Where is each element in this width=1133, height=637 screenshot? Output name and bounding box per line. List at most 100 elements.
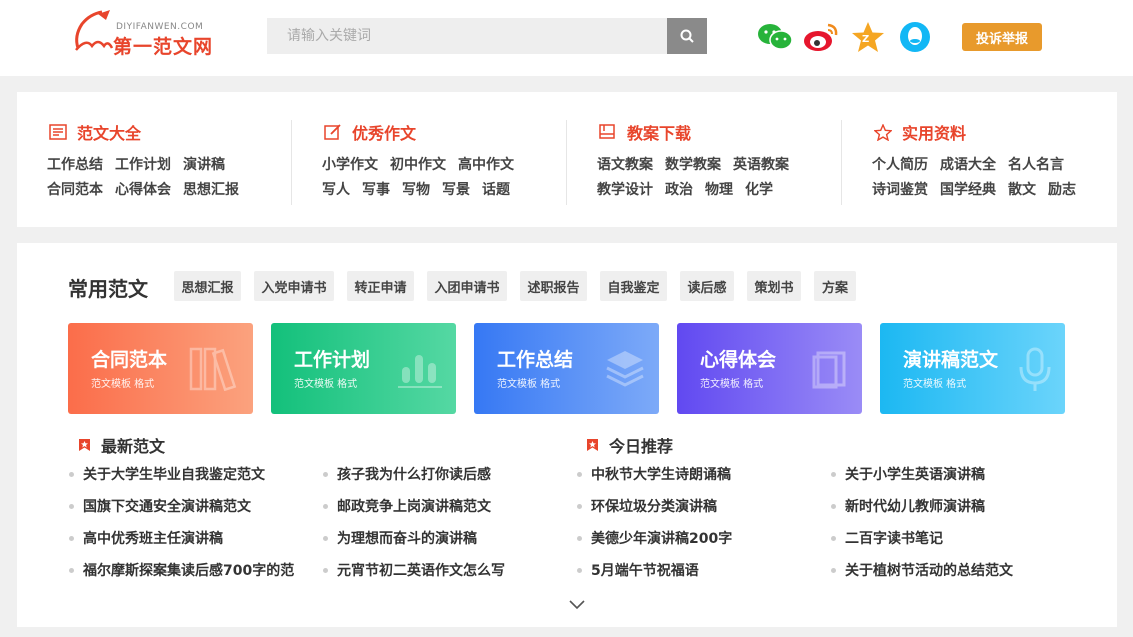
article-link[interactable]: 5月端午节祝福语 — [577, 560, 699, 580]
category-link[interactable]: 小学作文 — [322, 154, 378, 174]
article-link[interactable]: 国旗下交通安全演讲稿范文 — [69, 496, 251, 516]
category-link[interactable]: 政治 — [665, 179, 693, 199]
card-hetong[interactable]: 合同范本 范文模板 格式 — [68, 323, 253, 414]
qq-button[interactable] — [896, 18, 934, 56]
card-title: 工作总结 — [497, 349, 574, 371]
expand-more-button[interactable] — [569, 595, 585, 614]
tag-button[interactable]: 述职报告 — [520, 271, 587, 301]
category-ziliao-title[interactable]: 实用资料 — [874, 120, 966, 144]
article-link[interactable]: 新时代幼儿教师演讲稿 — [831, 496, 985, 516]
card-xinde[interactable]: 心得体会 范文模板 格式 — [677, 323, 862, 414]
tag-button[interactable]: 思想汇报 — [174, 271, 241, 301]
chevron-down-icon — [569, 600, 585, 610]
card-jihua[interactable]: 工作计划 范文模板 格式 — [271, 323, 456, 414]
tag-button[interactable]: 策划书 — [747, 271, 801, 301]
category-link[interactable]: 演讲稿 — [183, 154, 225, 174]
article-link[interactable]: 邮政竞争上岗演讲稿范文 — [323, 496, 491, 516]
books-icon — [189, 347, 237, 391]
category-link[interactable]: 话题 — [482, 179, 510, 199]
category-link[interactable]: 励志 — [1048, 179, 1076, 199]
category-link[interactable]: 散文 — [1008, 179, 1036, 199]
category-link[interactable]: 个人简历 — [872, 154, 928, 174]
bar-chart-icon — [398, 355, 442, 388]
card-yanjiang[interactable]: 演讲稿范文 范文模板 格式 — [880, 323, 1065, 414]
category-zuowen-title[interactable]: 优秀作文 — [324, 120, 416, 144]
category-link[interactable]: 英语教案 — [733, 154, 789, 174]
category-link[interactable]: 成语大全 — [940, 154, 996, 174]
article-link[interactable]: 二百字读书笔记 — [831, 528, 943, 548]
article-link[interactable]: 为理想而奋斗的演讲稿 — [323, 528, 477, 548]
category-link[interactable]: 诗词鉴赏 — [872, 179, 928, 199]
search-input[interactable] — [267, 18, 667, 54]
document-icon — [49, 124, 67, 140]
tag-button[interactable]: 自我鉴定 — [600, 271, 667, 301]
card-subtitle: 范文模板 格式 — [91, 379, 155, 390]
article-link[interactable]: 福尔摩斯探案集读后感700字的范 — [68, 560, 294, 580]
card-title: 心得体会 — [700, 349, 777, 371]
tag-button[interactable]: 读后感 — [680, 271, 734, 301]
card-title: 演讲稿范文 — [903, 349, 999, 371]
weibo-icon — [804, 23, 838, 51]
layers-icon — [606, 351, 644, 387]
article-link[interactable]: 美德少年演讲稿200字 — [576, 528, 732, 548]
article-link[interactable]: 元宵节初二英语作文怎么写 — [323, 560, 505, 580]
category-link[interactable]: 工作计划 — [115, 154, 171, 174]
book-icon — [599, 124, 615, 139]
microphone-icon — [1019, 347, 1051, 391]
main-panel: 常用范文 思想汇报 入党申请书 转正申请 入团申请书 述职报告 自我鉴定 读后感… — [17, 243, 1117, 627]
category-link[interactable]: 化学 — [745, 179, 773, 199]
category-link[interactable]: 名人名言 — [1008, 154, 1064, 174]
today-heading: 今日推荐 — [586, 433, 673, 457]
wechat-button[interactable] — [756, 18, 794, 56]
article-link[interactable]: 关于大学生毕业自我鉴定范文 — [69, 464, 265, 484]
bookmark-icon — [587, 439, 598, 451]
tag-button[interactable]: 方案 — [814, 271, 856, 301]
site-header: DIYIFANWEN.COM 第一范文网 Z — [0, 0, 1133, 76]
category-link[interactable]: 物理 — [705, 179, 733, 199]
tag-button[interactable]: 入党申请书 — [254, 271, 334, 301]
article-link[interactable]: 高中优秀班主任演讲稿 — [69, 528, 223, 548]
category-link[interactable]: 思想汇报 — [183, 179, 239, 199]
card-subtitle: 范文模板 格式 — [294, 379, 358, 390]
category-link[interactable]: 写物 — [402, 179, 430, 199]
notebook-icon — [812, 351, 846, 389]
bookmark-icon — [79, 439, 90, 451]
category-link[interactable]: 语文教案 — [597, 154, 653, 174]
article-link[interactable]: 中秋节大学生诗朗诵稿 — [577, 464, 731, 484]
search-button[interactable] — [667, 18, 707, 54]
category-fanwen-title[interactable]: 范文大全 — [49, 120, 141, 144]
category-link[interactable]: 写事 — [362, 179, 390, 199]
tag-button[interactable]: 转正申请 — [347, 271, 414, 301]
category-links-row: 诗词鉴赏 国学经典 散文 励志 — [872, 179, 1088, 199]
category-link[interactable]: 写景 — [442, 179, 470, 199]
card-subtitle: 范文模板 格式 — [497, 379, 561, 390]
qzone-button[interactable]: Z — [849, 18, 887, 56]
category-link[interactable]: 初中作文 — [390, 154, 446, 174]
category-title-label: 实用资料 — [902, 124, 967, 143]
article-link[interactable]: 关于植树节活动的总结范文 — [831, 560, 1013, 580]
category-link[interactable]: 合同范本 — [47, 179, 103, 199]
category-link[interactable]: 写人 — [322, 179, 350, 199]
article-link[interactable]: 关于小学生英语演讲稿 — [831, 464, 985, 484]
card-title: 合同范本 — [91, 349, 168, 371]
qq-icon — [900, 22, 930, 52]
logo-english: DIYIFANWEN.COM — [116, 22, 204, 32]
category-link[interactable]: 工作总结 — [47, 154, 103, 174]
category-link[interactable]: 国学经典 — [940, 179, 996, 199]
article-link[interactable]: 孩子我为什么打你读后感 — [323, 464, 491, 484]
latest-title: 最新范文 — [101, 437, 166, 456]
category-link[interactable]: 心得体会 — [115, 179, 171, 199]
logo-chinese: 第一范文网 — [113, 36, 214, 58]
tag-button[interactable]: 入团申请书 — [427, 271, 507, 301]
today-title: 今日推荐 — [609, 437, 674, 456]
category-jiaoan-title[interactable]: 教案下载 — [599, 120, 691, 144]
card-subtitle: 范文模板 格式 — [700, 379, 764, 390]
category-link[interactable]: 教学设计 — [597, 179, 653, 199]
category-link[interactable]: 数学教案 — [665, 154, 721, 174]
article-link[interactable]: 环保垃圾分类演讲稿 — [577, 496, 717, 516]
card-zongjie[interactable]: 工作总结 范文模板 格式 — [474, 323, 659, 414]
weibo-button[interactable] — [802, 18, 840, 56]
site-logo[interactable]: DIYIFANWEN.COM 第一范文网 — [72, 8, 222, 58]
report-button[interactable]: 投诉举报 — [962, 23, 1042, 51]
category-link[interactable]: 高中作文 — [458, 154, 514, 174]
